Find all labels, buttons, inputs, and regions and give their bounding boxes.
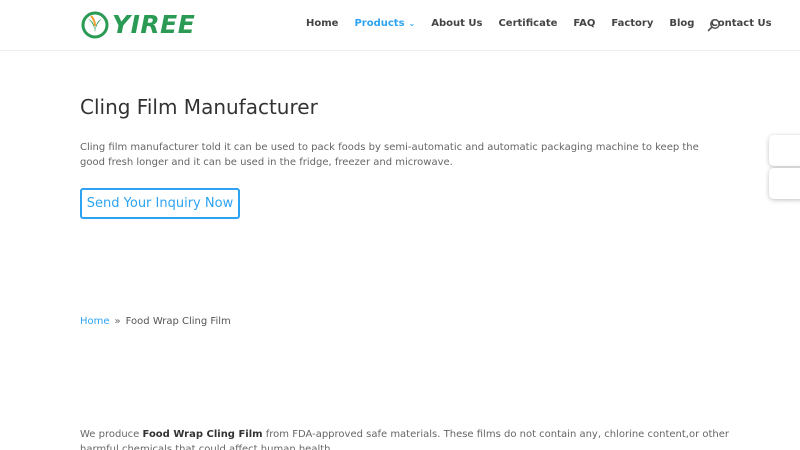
logo[interactable]: YIREE: [81, 10, 195, 40]
nav-faq[interactable]: FAQ: [573, 18, 595, 29]
nav-blog[interactable]: Blog: [669, 18, 694, 29]
breadcrumb-home-link[interactable]: Home: [80, 316, 110, 327]
send-inquiry-button[interactable]: Send Your Inquiry Now: [80, 188, 240, 219]
chevron-down-icon: ⌄: [408, 19, 416, 28]
nav-factory[interactable]: Factory: [611, 18, 653, 29]
logo-text: YIREE: [112, 10, 196, 39]
nav-home[interactable]: Home: [306, 18, 338, 29]
floating-contact-button-1[interactable]: [769, 135, 800, 166]
breadcrumb-current: Food Wrap Cling Film: [125, 316, 231, 327]
nav-about-us[interactable]: About Us: [431, 18, 482, 29]
search-icon[interactable]: [707, 18, 721, 32]
floating-contact-button-2[interactable]: [769, 168, 800, 199]
nav-products-label: Products: [354, 18, 405, 29]
content-product-name: Food Wrap Cling Film: [142, 429, 263, 440]
breadcrumb-separator: »: [114, 316, 121, 327]
nav-products[interactable]: Products ⌄: [354, 18, 415, 29]
nav-certificate[interactable]: Certificate: [498, 18, 557, 29]
content-paragraph: We produce Food Wrap Cling Film from FDA…: [80, 427, 730, 450]
site-header: YIREE Home Products ⌄ About Us Certificat…: [0, 0, 800, 51]
breadcrumb: Home » Food Wrap Cling Film: [80, 316, 231, 327]
content-lead: We produce: [80, 429, 143, 440]
page-title: Cling Film Manufacturer: [80, 95, 318, 119]
leaf-logo-icon: [81, 11, 109, 39]
intro-text: Cling film manufacturer told it can be u…: [80, 142, 699, 168]
